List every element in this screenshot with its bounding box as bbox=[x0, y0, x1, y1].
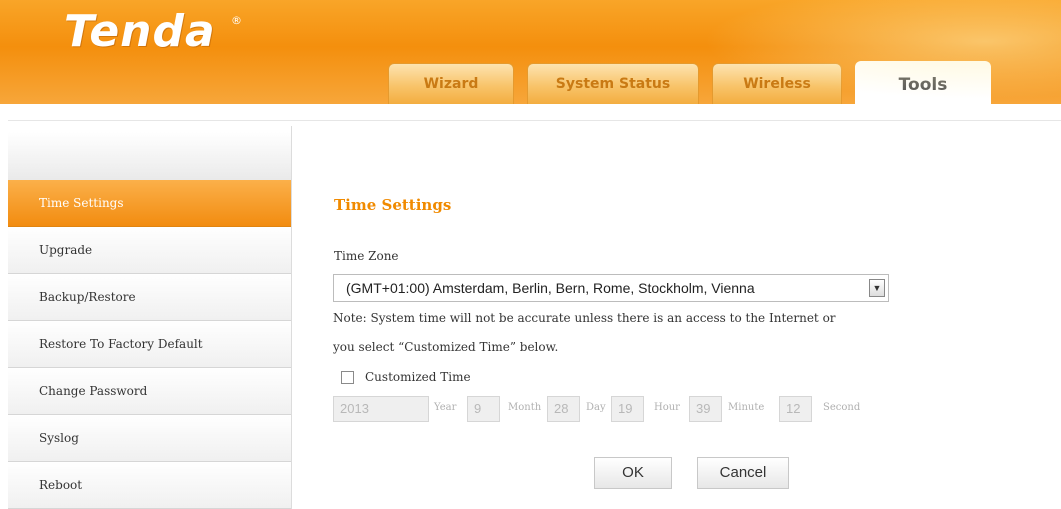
year-unit: Year bbox=[434, 402, 457, 413]
tab-tools[interactable]: Tools bbox=[855, 61, 991, 105]
sidebar-item-time-settings[interactable]: Time Settings bbox=[8, 180, 291, 227]
tab-wireless[interactable]: Wireless bbox=[712, 63, 842, 104]
day-unit: Day bbox=[586, 402, 606, 413]
content-divider bbox=[8, 120, 1061, 121]
customized-time-checkbox[interactable] bbox=[341, 371, 354, 384]
registered-mark: ® bbox=[231, 14, 242, 27]
second-unit: Second bbox=[823, 402, 861, 413]
sidebar-item-restore-factory-default[interactable]: Restore To Factory Default bbox=[8, 321, 291, 368]
sidebar-item-upgrade[interactable]: Upgrade bbox=[8, 227, 291, 274]
month-input[interactable]: 9 bbox=[467, 396, 500, 422]
sidebar-item-syslog[interactable]: Syslog bbox=[8, 415, 291, 462]
second-input[interactable]: 12 bbox=[779, 396, 812, 422]
sidebar-item-backup-restore[interactable]: Backup/Restore bbox=[8, 274, 291, 321]
tab-wizard[interactable]: Wizard bbox=[388, 63, 514, 104]
tab-system-status[interactable]: System Status bbox=[527, 63, 699, 104]
cancel-button[interactable]: Cancel bbox=[697, 457, 789, 489]
sidebar-item-change-password[interactable]: Change Password bbox=[8, 368, 291, 415]
month-unit: Month bbox=[508, 402, 542, 413]
customized-time-label: Customized Time bbox=[365, 370, 471, 384]
timezone-select[interactable]: (GMT+01:00) Amsterdam, Berlin, Bern, Rom… bbox=[333, 274, 889, 302]
day-input[interactable]: 28 bbox=[547, 396, 580, 422]
timezone-value: (GMT+01:00) Amsterdam, Berlin, Bern, Rom… bbox=[346, 280, 755, 296]
sidebar-item-reboot[interactable]: Reboot bbox=[8, 462, 291, 509]
hour-input[interactable]: 19 bbox=[611, 396, 644, 422]
hour-unit: Hour bbox=[654, 402, 680, 413]
chevron-down-icon[interactable]: ▼ bbox=[869, 279, 885, 297]
ok-button[interactable]: OK bbox=[594, 457, 672, 489]
header-bar: Tenda ® Wizard System Status Wireless To… bbox=[0, 0, 1061, 105]
sidebar-header bbox=[8, 132, 291, 182]
note-text-line1: Note: System time will not be accurate u… bbox=[333, 311, 836, 325]
year-input[interactable]: 2013 bbox=[333, 396, 429, 422]
page-title: Time Settings bbox=[334, 196, 452, 214]
minute-unit: Minute bbox=[728, 402, 765, 413]
timezone-label: Time Zone bbox=[334, 249, 399, 263]
tenda-logo: Tenda bbox=[64, 6, 216, 57]
minute-input[interactable]: 39 bbox=[689, 396, 722, 422]
main-content: Time Settings Time Zone (GMT+01:00) Amst… bbox=[292, 128, 1061, 509]
note-text-line2: you select “Customized Time” below. bbox=[333, 340, 559, 354]
